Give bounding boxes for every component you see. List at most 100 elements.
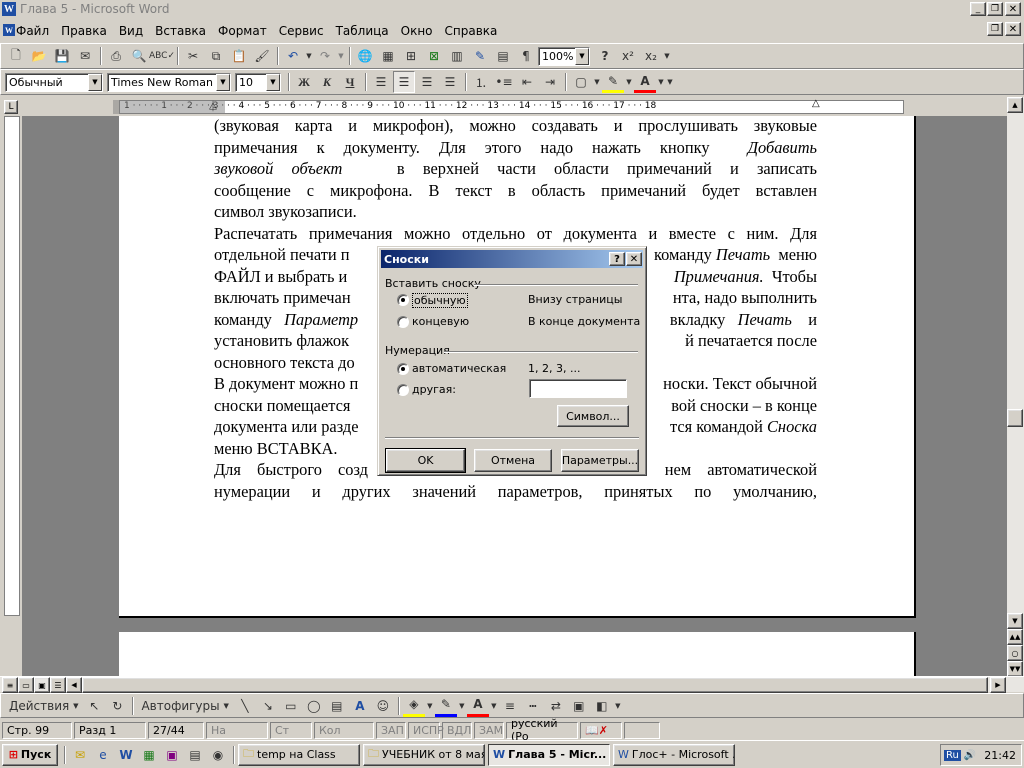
- chevron-down-icon[interactable]: ▼: [216, 73, 230, 91]
- minimize-button[interactable]: _: [970, 2, 986, 16]
- restore-button[interactable]: ❐: [987, 2, 1003, 16]
- quicklaunch-outlook-icon[interactable]: ✉: [69, 744, 91, 766]
- paste-icon[interactable]: 📋: [228, 45, 250, 67]
- increase-indent-icon[interactable]: ⇥: [539, 71, 561, 93]
- numbering-icon[interactable]: ⒈: [470, 71, 492, 93]
- radio-endnote-label[interactable]: концевую: [412, 315, 469, 328]
- quicklaunch-app-icon[interactable]: ▣: [161, 744, 183, 766]
- subscript-icon[interactable]: x₂: [640, 45, 662, 67]
- insert-table-icon[interactable]: ⊞: [400, 45, 422, 67]
- insert-excel-icon[interactable]: ⊠: [423, 45, 445, 67]
- shadow-icon[interactable]: ▣: [568, 695, 590, 717]
- task-button[interactable]: W Глос+ - Microsoft ...: [613, 743, 735, 766]
- redo-icon[interactable]: ↷: [314, 45, 336, 67]
- oval-icon[interactable]: ◯: [303, 695, 325, 717]
- font-select[interactable]: Times New Roman ▼: [107, 72, 231, 92]
- dialog-close-button[interactable]: ✕: [626, 252, 642, 266]
- ok-button[interactable]: OK: [385, 448, 466, 473]
- document-icon[interactable]: W: [3, 24, 15, 36]
- redo-dropdown-icon[interactable]: ▼: [337, 45, 345, 67]
- tables-borders-icon[interactable]: ▦: [377, 45, 399, 67]
- print-layout-icon[interactable]: ▣: [34, 677, 50, 693]
- print-icon[interactable]: ⎙: [105, 45, 127, 67]
- dialog-title-bar[interactable]: Сноски ? ✕: [381, 250, 643, 268]
- menu-insert[interactable]: Вставка: [155, 24, 206, 38]
- select-objects-icon[interactable]: ↖: [83, 695, 105, 717]
- menu-edit[interactable]: Правка: [61, 24, 107, 38]
- new-document-icon[interactable]: 🗋: [5, 45, 27, 67]
- next-page[interactable]: [119, 632, 916, 678]
- align-right-icon[interactable]: ☰: [416, 71, 438, 93]
- underline-button[interactable]: Ч: [339, 71, 361, 93]
- undo-dropdown-icon[interactable]: ▼: [305, 45, 313, 67]
- radio-regular-label[interactable]: обычную: [412, 293, 468, 308]
- menu-table[interactable]: Таблица: [336, 24, 389, 38]
- rectangle-icon[interactable]: ▭: [280, 695, 302, 717]
- close-button[interactable]: ✕: [1005, 2, 1021, 16]
- horizontal-scrollbar[interactable]: ≡ ▭ ▣ ☰ ◀ ▶: [0, 676, 1024, 693]
- radio-regular[interactable]: [397, 294, 409, 306]
- task-button-active[interactable]: W Глава 5 - Micr...: [488, 743, 610, 766]
- menu-help[interactable]: Справка: [445, 24, 498, 38]
- custom-mark-input[interactable]: [529, 379, 627, 398]
- line-style-icon[interactable]: ≡: [499, 695, 521, 717]
- doc-restore-button[interactable]: ❐: [987, 22, 1003, 36]
- normal-view-icon[interactable]: ≡: [2, 677, 18, 693]
- language-indicator[interactable]: Ru: [944, 749, 961, 761]
- quicklaunch-excel-icon[interactable]: ▦: [138, 744, 160, 766]
- spelling-icon[interactable]: ABC✓: [149, 45, 175, 67]
- autoshapes-menu[interactable]: Автофигуры ▼: [137, 695, 232, 717]
- dash-style-icon[interactable]: ┅: [522, 695, 544, 717]
- scroll-left-icon[interactable]: ◀: [66, 677, 82, 693]
- bold-button[interactable]: Ж: [293, 71, 315, 93]
- radio-auto-label[interactable]: автоматическая: [412, 362, 506, 375]
- textbox-icon[interactable]: ▤: [326, 695, 348, 717]
- status-trk[interactable]: ИСПР: [408, 721, 444, 739]
- status-ext[interactable]: ВДЛ: [442, 721, 472, 739]
- outline-view-icon[interactable]: ☰: [50, 677, 66, 693]
- status-ovr[interactable]: ЗАМ: [474, 721, 504, 739]
- justify-icon[interactable]: ☰: [439, 71, 461, 93]
- arrow-icon[interactable]: ↘: [257, 695, 279, 717]
- undo-icon[interactable]: ↶: [282, 45, 304, 67]
- vertical-ruler[interactable]: 15 16 17 18 19 20 21 22 23 24 25 26 27: [4, 116, 20, 616]
- right-indent-icon[interactable]: △: [812, 98, 820, 109]
- highlight-dropdown-icon[interactable]: ▼: [625, 71, 633, 93]
- clipart-icon[interactable]: ☺: [372, 695, 394, 717]
- start-button[interactable]: ⊞ Пуск: [2, 743, 58, 766]
- arrow-style-icon[interactable]: ⇄: [545, 695, 567, 717]
- quicklaunch-word-icon[interactable]: W: [115, 744, 137, 766]
- hscroll-thumb[interactable]: [82, 677, 988, 693]
- free-rotate-icon[interactable]: ↻: [106, 695, 128, 717]
- menu-format[interactable]: Формат: [218, 24, 267, 38]
- superscript-icon[interactable]: x²: [617, 45, 639, 67]
- hyperlink-icon[interactable]: 🌐: [354, 45, 376, 67]
- radio-custom-mark[interactable]: [397, 384, 409, 396]
- drawing-icon[interactable]: ✎: [469, 45, 491, 67]
- font-size-select[interactable]: 10 ▼: [235, 72, 281, 92]
- fill-color-icon[interactable]: ◈: [402, 695, 425, 717]
- font-color-dropdown-icon[interactable]: ▼: [490, 695, 498, 717]
- scroll-down-icon[interactable]: ▼: [1007, 613, 1023, 629]
- menu-view[interactable]: Вид: [119, 24, 143, 38]
- chevron-down-icon[interactable]: ▼: [575, 47, 589, 65]
- status-rec[interactable]: ЗАП: [376, 721, 406, 739]
- show-hide-icon[interactable]: ¶: [515, 45, 537, 67]
- next-page-icon[interactable]: ▼▼: [1007, 661, 1023, 677]
- chevron-down-icon[interactable]: ▼: [88, 73, 102, 91]
- menu-window[interactable]: Окно: [401, 24, 433, 38]
- align-left-icon[interactable]: ☰: [370, 71, 392, 93]
- line-color-icon[interactable]: ✎: [434, 695, 457, 717]
- menu-file[interactable]: Файл: [16, 24, 49, 38]
- font-color-dropdown-icon[interactable]: ▼: [657, 71, 665, 93]
- columns-icon[interactable]: ▥: [446, 45, 468, 67]
- browse-object-icon[interactable]: ○: [1007, 645, 1023, 661]
- cut-icon[interactable]: ✂: [182, 45, 204, 67]
- radio-custom-label[interactable]: другая:: [412, 383, 456, 396]
- quicklaunch-desktop-icon[interactable]: ▤: [184, 744, 206, 766]
- scroll-thumb[interactable]: [1007, 409, 1023, 427]
- radio-auto-numbering[interactable]: [397, 363, 409, 375]
- fill-dropdown-icon[interactable]: ▼: [426, 695, 434, 717]
- permission-icon[interactable]: ✉: [74, 45, 96, 67]
- radio-endnote[interactable]: [397, 316, 409, 328]
